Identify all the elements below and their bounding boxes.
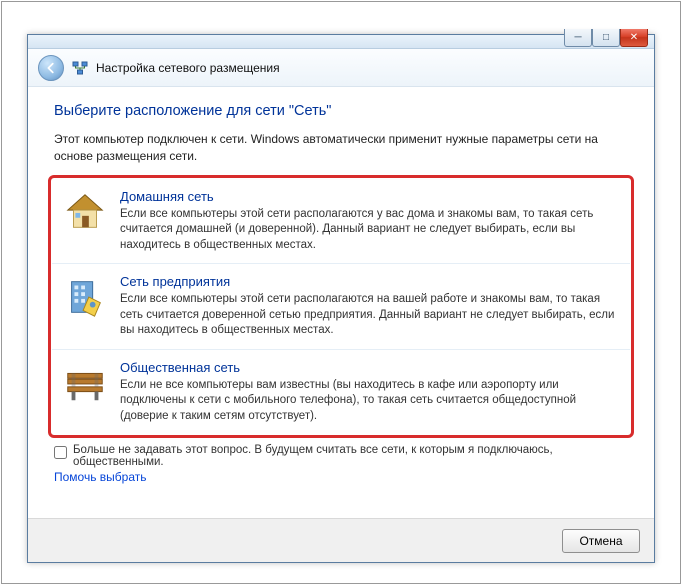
- option-desc: Если все компьютеры этой сети располагаю…: [120, 292, 620, 339]
- back-button[interactable]: [38, 55, 64, 81]
- window: ─ □ ✕ Настройка сетевого размещения Выбе…: [27, 34, 655, 563]
- dialog-footer: Отмена: [28, 518, 654, 562]
- maximize-button[interactable]: □: [592, 29, 620, 47]
- arrow-left-icon: [44, 61, 58, 75]
- close-button[interactable]: ✕: [620, 29, 648, 47]
- option-title: Домашняя сеть: [120, 189, 620, 204]
- option-desc: Если все компьютеры этой сети располагаю…: [120, 207, 620, 254]
- option-public-network[interactable]: Общественная сеть Если не все компьютеры…: [52, 349, 630, 435]
- option-desc: Если не все компьютеры вам известны (вы …: [120, 378, 620, 425]
- minimize-button[interactable]: ─: [564, 29, 592, 47]
- intro-text: Этот компьютер подключен к сети. Windows…: [54, 131, 628, 165]
- option-title: Сеть предприятия: [120, 274, 620, 289]
- option-home-network[interactable]: Домашняя сеть Если все компьютеры этой с…: [52, 179, 630, 264]
- page-heading: Выберите расположение для сети "Сеть": [54, 103, 628, 119]
- cancel-button[interactable]: Отмена: [562, 529, 640, 553]
- nav-title: Настройка сетевого размещения: [96, 61, 280, 75]
- screenshot-frame: ─ □ ✕ Настройка сетевого размещения Выбе…: [1, 1, 681, 584]
- dont-ask-checkbox[interactable]: [54, 446, 67, 459]
- option-work-network[interactable]: Сеть предприятия Если все компьютеры это…: [52, 263, 630, 349]
- option-public-text: Общественная сеть Если не все компьютеры…: [120, 360, 620, 425]
- options-list: Домашняя сеть Если все компьютеры этой с…: [48, 175, 634, 439]
- option-home-text: Домашняя сеть Если все компьютеры этой с…: [120, 189, 620, 254]
- dont-ask-label: Больше не задавать этот вопрос. В будуще…: [73, 444, 628, 468]
- network-icon: [72, 60, 88, 76]
- content-area: Выберите расположение для сети "Сеть" Эт…: [28, 87, 654, 484]
- dont-ask-checkbox-row[interactable]: Больше не задавать этот вопрос. В будуще…: [54, 444, 628, 468]
- titlebar: ─ □ ✕: [28, 35, 654, 49]
- window-controls: ─ □ ✕: [564, 29, 648, 47]
- option-title: Общественная сеть: [120, 360, 620, 375]
- option-work-text: Сеть предприятия Если все компьютеры это…: [120, 274, 620, 339]
- park-bench-icon: [62, 360, 108, 406]
- help-link[interactable]: Помочь выбрать: [54, 470, 147, 484]
- house-icon: [62, 189, 108, 235]
- office-building-icon: [62, 274, 108, 320]
- nav-header: Настройка сетевого размещения: [28, 49, 654, 87]
